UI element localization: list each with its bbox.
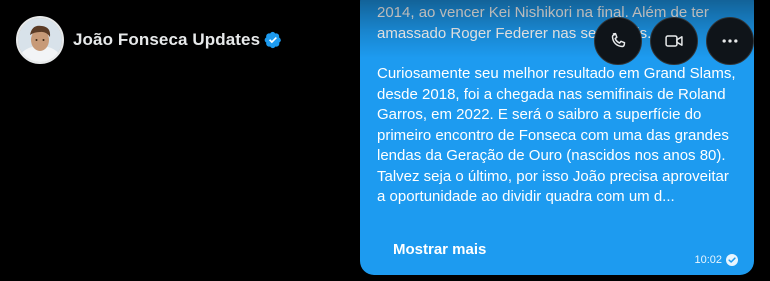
sent-check-icon	[726, 254, 738, 266]
video-camera-icon	[665, 35, 683, 47]
message-meta: 10:02	[694, 254, 738, 266]
more-options-button[interactable]	[706, 17, 754, 65]
contact-name[interactable]: João Fonseca Updates	[73, 30, 260, 50]
verified-badge-icon	[264, 31, 282, 49]
show-more-link[interactable]: Mostrar mais	[393, 241, 486, 258]
conversation-actions	[594, 17, 754, 65]
conversation-header: João Fonseca Updates	[16, 16, 282, 64]
avatar[interactable]	[16, 16, 64, 64]
more-horizontal-icon	[722, 39, 738, 43]
message-time: 10:02	[694, 254, 722, 266]
dm-conversation-view: João Fonseca Updates 2014, ao vencer Kei…	[0, 0, 770, 281]
call-button[interactable]	[594, 17, 642, 65]
message-paragraph: Curiosamente seu melhor resultado em Gra…	[377, 65, 740, 205]
video-call-button[interactable]	[650, 17, 698, 65]
avatar-photo-icon	[18, 18, 62, 62]
name-row: João Fonseca Updates	[73, 30, 282, 50]
phone-icon	[611, 32, 626, 48]
